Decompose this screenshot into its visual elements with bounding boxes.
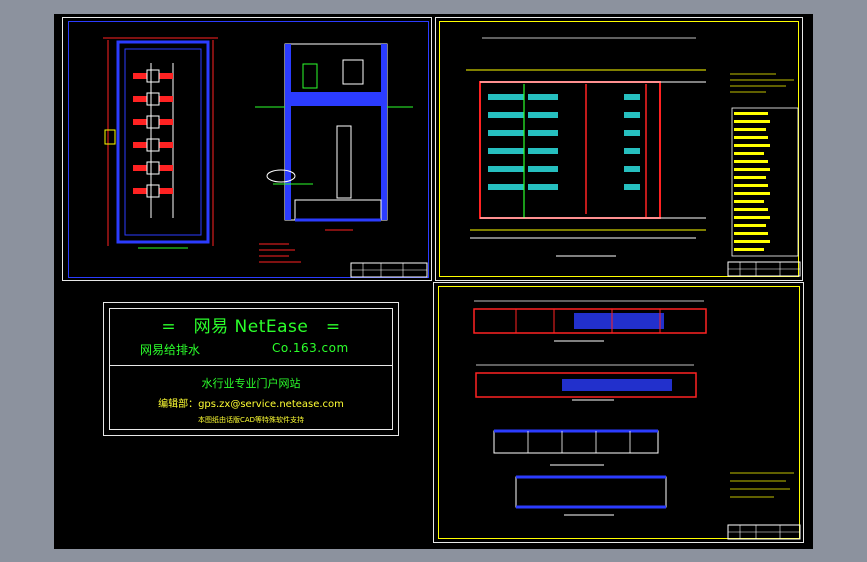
stamp-footnote: 本图纸由话版CAD等特殊软件支持 bbox=[197, 416, 305, 424]
stamp-subtitle-right: Co.163.com bbox=[272, 341, 349, 355]
drawing-sheet-channel-profiles[interactable] bbox=[433, 282, 804, 543]
netease-watermark-stamp: = 网易 NetEase = 网易给排水 Co.163.com 水行业专业门户网… bbox=[103, 302, 399, 436]
stamp-divider bbox=[110, 365, 392, 366]
stamp-contact: 编辑部：gps.zx@service.netease.com bbox=[158, 399, 344, 410]
stamp-subtitle-left: 网易给排水 bbox=[140, 343, 201, 357]
drawing-sheet-filter-tank[interactable] bbox=[435, 17, 803, 281]
drawing-sheet-pump-station[interactable] bbox=[62, 17, 432, 281]
stamp-tagline: 水行业专业门户网站 bbox=[201, 377, 301, 390]
channel-profiles-drawing bbox=[473, 300, 801, 540]
pump-station-drawing bbox=[103, 37, 428, 278]
stamp-inner-frame: = 网易 NetEase = 网易给排水 Co.163.com 水行业专业门户网… bbox=[109, 308, 393, 430]
stamp-title: = 网易 NetEase = bbox=[161, 317, 341, 337]
filter-tank-drawing bbox=[466, 37, 801, 277]
cad-drawing-canvas[interactable]: = 网易 NetEase = 网易给排水 Co.163.com 水行业专业门户网… bbox=[54, 14, 813, 549]
